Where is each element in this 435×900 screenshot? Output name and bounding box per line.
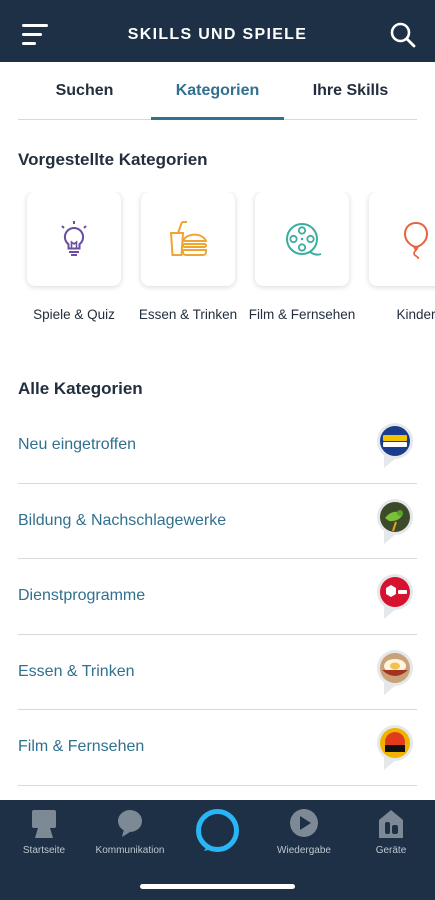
list-item-label: Neu eingetroffen bbox=[18, 436, 137, 453]
featured-card bbox=[141, 192, 235, 286]
tab-kategorien[interactable]: Kategorien bbox=[151, 62, 284, 120]
antenne-bayern-logo bbox=[377, 423, 413, 468]
alexa-ring-icon bbox=[196, 809, 239, 852]
list-item-label: Bildung & Nachschlagewerke bbox=[18, 511, 227, 529]
featured-item-label: Spiele & Quiz bbox=[33, 307, 115, 322]
featured-card bbox=[27, 192, 121, 286]
list-item-bildung[interactable]: Bildung & Nachschlagewerke bbox=[18, 484, 417, 559]
list-item-label: Film & Fernsehen bbox=[18, 738, 145, 755]
nav-startseite[interactable]: Startseite bbox=[8, 800, 80, 870]
film-reel-icon bbox=[286, 223, 322, 256]
nav-wiedergabe[interactable]: Wiedergabe bbox=[268, 800, 340, 870]
all-categories-list: Neu eingetroffen Bildung & Nachschlagewe… bbox=[18, 408, 417, 786]
list-item-essen-trinken[interactable]: Essen & Trinken bbox=[18, 635, 417, 710]
nav-kommunikation[interactable]: Kommunikation bbox=[86, 800, 174, 870]
featured-categories-carousel[interactable]: Spiele & Quiz Essen & Trinken Film & Fer… bbox=[0, 192, 435, 352]
list-item-neu-eingetroffen[interactable]: Neu eingetroffen bbox=[18, 408, 417, 484]
search-icon[interactable] bbox=[389, 21, 417, 49]
all-categories-heading: Alle Kategorien bbox=[18, 379, 143, 398]
list-item-film-fernsehen[interactable]: Film & Fernsehen bbox=[18, 710, 417, 786]
lightbulb-icon bbox=[61, 221, 87, 256]
burger-drink-icon bbox=[169, 221, 208, 256]
tv-digital-logo bbox=[377, 725, 413, 770]
featured-item-label: Film & Fernsehen bbox=[248, 307, 356, 322]
nav-geraete[interactable]: Geräte bbox=[356, 800, 426, 870]
page-title: SKILLS UND SPIELE bbox=[127, 26, 308, 43]
dpd-logo bbox=[377, 574, 413, 619]
tab-suchen[interactable]: Suchen bbox=[18, 62, 151, 120]
list-item-label: Dienstprogramme bbox=[18, 587, 146, 604]
home-indicator bbox=[140, 884, 295, 889]
top-app-bar: SKILLS UND SPIELE bbox=[0, 0, 435, 62]
food-bowl-photo bbox=[377, 649, 413, 695]
tab-ihre-skills[interactable]: Ihre Skills bbox=[284, 62, 417, 120]
nav-label: Kommunikation bbox=[95, 845, 165, 856]
featured-categories-heading: Vorgestellte Kategorien bbox=[18, 150, 208, 169]
devices-icon bbox=[379, 810, 403, 838]
balloon-icon bbox=[403, 221, 429, 259]
home-icon bbox=[32, 810, 56, 838]
featured-item-label: Kinder bbox=[396, 307, 435, 322]
chat-bubble-icon bbox=[118, 810, 142, 837]
featured-item-label: Essen & Trinken bbox=[138, 307, 238, 322]
alexa-button[interactable] bbox=[195, 808, 240, 853]
list-item-dienstprogramme[interactable]: Dienstprogramme bbox=[18, 559, 417, 635]
tab-bar: Suchen Kategorien Ihre Skills bbox=[18, 62, 417, 120]
nav-label: Startseite bbox=[22, 845, 66, 856]
play-icon bbox=[290, 809, 318, 837]
featured-card bbox=[369, 192, 435, 286]
nav-label: Geräte bbox=[375, 845, 407, 856]
list-item-label: Essen & Trinken bbox=[18, 662, 135, 680]
featured-card bbox=[255, 192, 349, 286]
nav-label: Wiedergabe bbox=[277, 845, 331, 856]
bird-photo bbox=[377, 498, 413, 544]
